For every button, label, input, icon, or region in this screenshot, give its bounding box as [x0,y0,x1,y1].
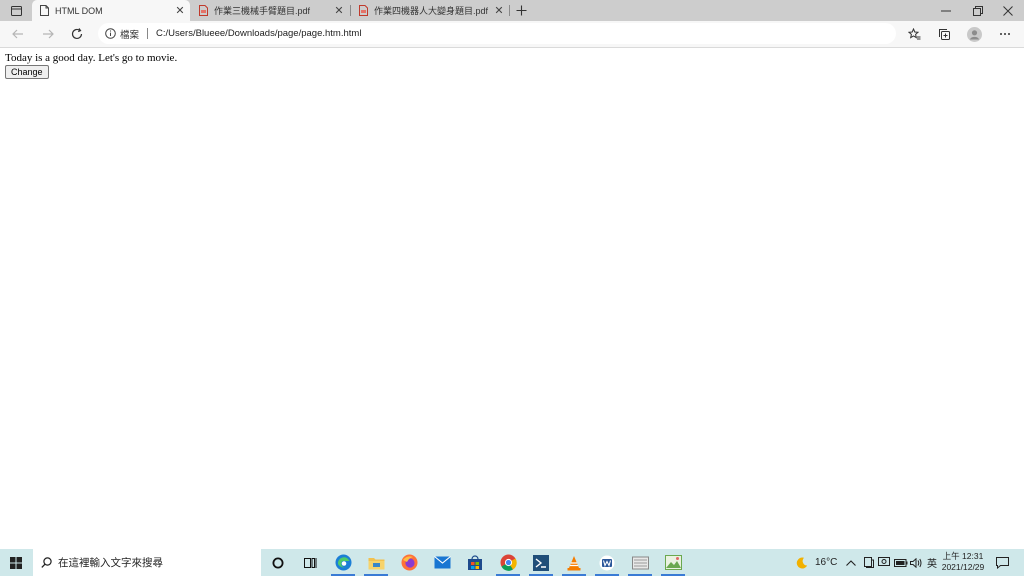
chrome-icon [500,554,517,571]
input-method-label: 英 [927,559,937,570]
tray-device-icon-button[interactable] [863,549,874,576]
address-divider [147,28,149,39]
file-explorer-app[interactable] [360,549,392,576]
search-icon [41,557,52,568]
visual-studio-app[interactable] [525,549,557,576]
input-method-button[interactable]: 英 [927,549,937,576]
store-app[interactable] [459,549,491,576]
close-icon[interactable]: ✕ [492,4,506,17]
more-icon [1000,33,1010,35]
cortana-button[interactable] [262,549,294,576]
arrow-right-icon [43,29,54,39]
chrome-app[interactable] [492,549,524,576]
meet-now-icon [878,557,890,566]
plus-icon [516,5,526,16]
tab-strip: HTML DOM ✕ 作業三機械手臂題目.pdf ✕ 作業四機器人大變身題目.p… [0,0,1024,21]
settings-menu-button[interactable] [994,23,1016,45]
edge-icon [335,554,351,571]
close-icon[interactable]: ✕ [332,4,346,17]
tab-actions-icon [10,5,22,16]
close-icon [1003,5,1013,16]
arrow-left-icon [12,29,23,39]
taskbar-search[interactable]: 在這裡輸入文字來搜尋 [33,549,261,576]
page-text: Today is a good day. Let's go to movie. [5,52,178,64]
task-view-icon [303,557,316,568]
volume-button[interactable] [910,549,922,576]
firefox-icon [401,554,417,571]
page-viewport: Today is a good day. Let's go to movie. … [0,48,1024,549]
clock-time: 上午 12:31 [942,551,984,561]
tray-meet-button[interactable] [878,549,890,576]
taskbar-clock[interactable]: 上午 12:31 2021/12/29 [937,551,989,573]
refresh-button[interactable] [66,23,88,45]
folder-icon [368,557,384,569]
pdf-icon [199,5,208,16]
weather-temperature: 16°C [815,557,838,568]
back-button[interactable] [7,23,29,45]
minimize-button[interactable] [930,0,962,21]
battery-button[interactable] [894,549,908,576]
refresh-icon [71,28,83,40]
start-button[interactable] [0,549,32,576]
tab-html-dom[interactable]: HTML DOM ✕ [32,0,190,21]
task-view-button[interactable] [294,549,326,576]
close-window-button[interactable] [992,0,1024,21]
collections-button[interactable] [933,23,955,45]
cortana-icon [272,557,284,568]
address-bar[interactable]: 檔案 C:/Users/Blueee/Downloads/page/page.h… [98,23,896,44]
clock-date: 2021/12/29 [941,562,985,572]
collections-icon [938,28,950,40]
tab-actions-button[interactable] [2,0,30,21]
tab-pdf-2[interactable]: 作業四機器人大變身題目.pdf ✕ [351,0,509,21]
info-icon[interactable] [105,28,116,39]
scheme-label: 檔案 [120,29,140,41]
store-icon [468,554,482,570]
restore-icon [973,5,983,16]
film-icon [631,556,649,569]
restore-button[interactable] [962,0,994,21]
url-text[interactable]: C:/Users/Blueee/Downloads/page/page.htm.… [156,28,361,39]
mail-icon [433,556,451,569]
media-app[interactable] [624,549,656,576]
taskbar: 在這裡輸入文字來搜尋 16°C 英 上午 12:31 2021/12/29 [0,549,1024,576]
mail-app[interactable] [426,549,458,576]
change-button[interactable]: Change [5,65,49,79]
firefox-app[interactable] [393,549,425,576]
speaker-icon [910,557,922,568]
chevron-up-icon [846,559,856,566]
word-app[interactable] [591,549,623,576]
profile-button[interactable] [963,23,985,45]
vlc-cone-icon [567,555,581,570]
windows-icon [10,556,22,569]
favorites-icon [907,27,920,39]
new-tab-button[interactable] [510,0,532,21]
page-icon [40,5,49,16]
forward-button[interactable] [37,23,59,45]
photos-app[interactable] [657,549,689,576]
edge-app[interactable] [327,549,359,576]
code-editor-icon [533,554,549,571]
device-icon [864,557,874,568]
avatar-icon [966,26,982,42]
battery-icon [894,558,908,567]
tab-title: 作業三機械手臂題目.pdf [214,6,311,16]
tab-pdf-1[interactable]: 作業三機械手臂題目.pdf ✕ [191,0,349,21]
show-hidden-icons-button[interactable] [846,549,856,576]
pdf-icon [359,5,368,16]
close-icon[interactable]: ✕ [173,4,187,17]
vlc-app[interactable] [558,549,590,576]
tab-title: HTML DOM [55,5,103,16]
weather-widget[interactable]: 16°C [796,549,837,576]
search-placeholder: 在這裡輸入文字來搜尋 [58,557,163,569]
notification-icon [996,556,1009,569]
word-icon [599,555,615,570]
notifications-button[interactable] [996,549,1009,576]
moon-icon [796,557,808,569]
minimize-icon [941,10,951,11]
favorites-button[interactable] [903,23,925,45]
photo-icon [664,555,682,570]
tab-title: 作業四機器人大變身題目.pdf [374,6,489,16]
